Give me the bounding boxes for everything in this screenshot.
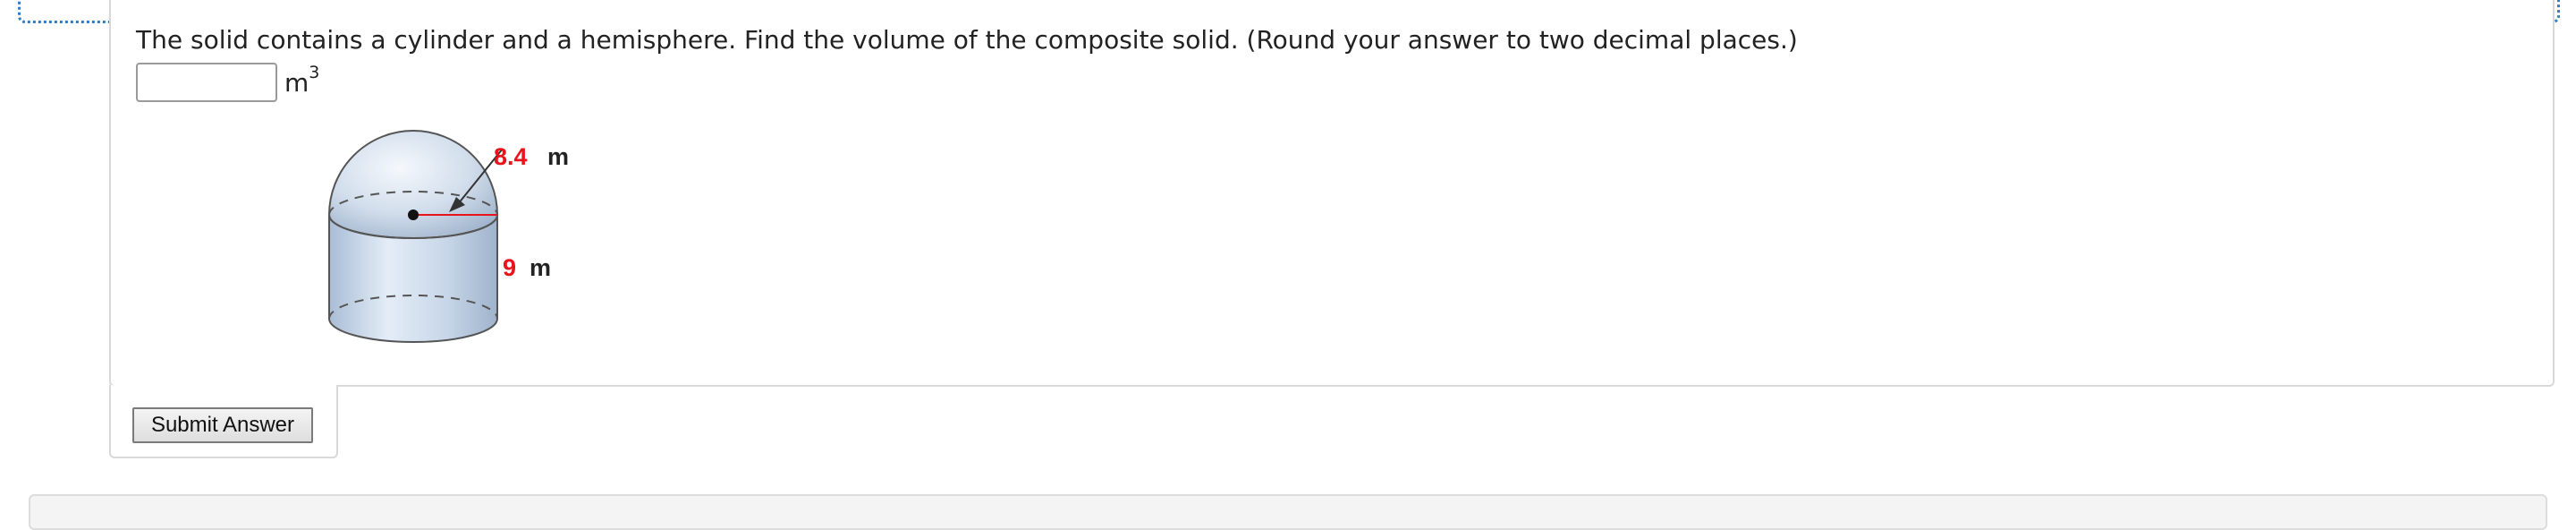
height-value: 9 [503, 254, 516, 281]
center-dot [408, 209, 419, 220]
submit-answer-button[interactable]: Submit Answer [132, 407, 313, 443]
height-unit: m [530, 254, 551, 281]
radius-unit: m [547, 143, 569, 170]
composite-solid-figure: 8.4 m 9 m [313, 122, 581, 351]
radius-value: 8.4 [494, 143, 528, 170]
hemisphere-dome [327, 130, 499, 239]
composite-solid-drawing: 8.4 m 9 m [327, 130, 569, 343]
next-question-panel [29, 494, 2547, 530]
unit-exponent: 3 [309, 63, 320, 82]
answer-unit: m3 [284, 64, 319, 98]
question-text: The solid contains a cylinder and a hemi… [136, 25, 1798, 55]
unit-base: m [284, 68, 309, 98]
answer-input[interactable] [136, 63, 277, 102]
